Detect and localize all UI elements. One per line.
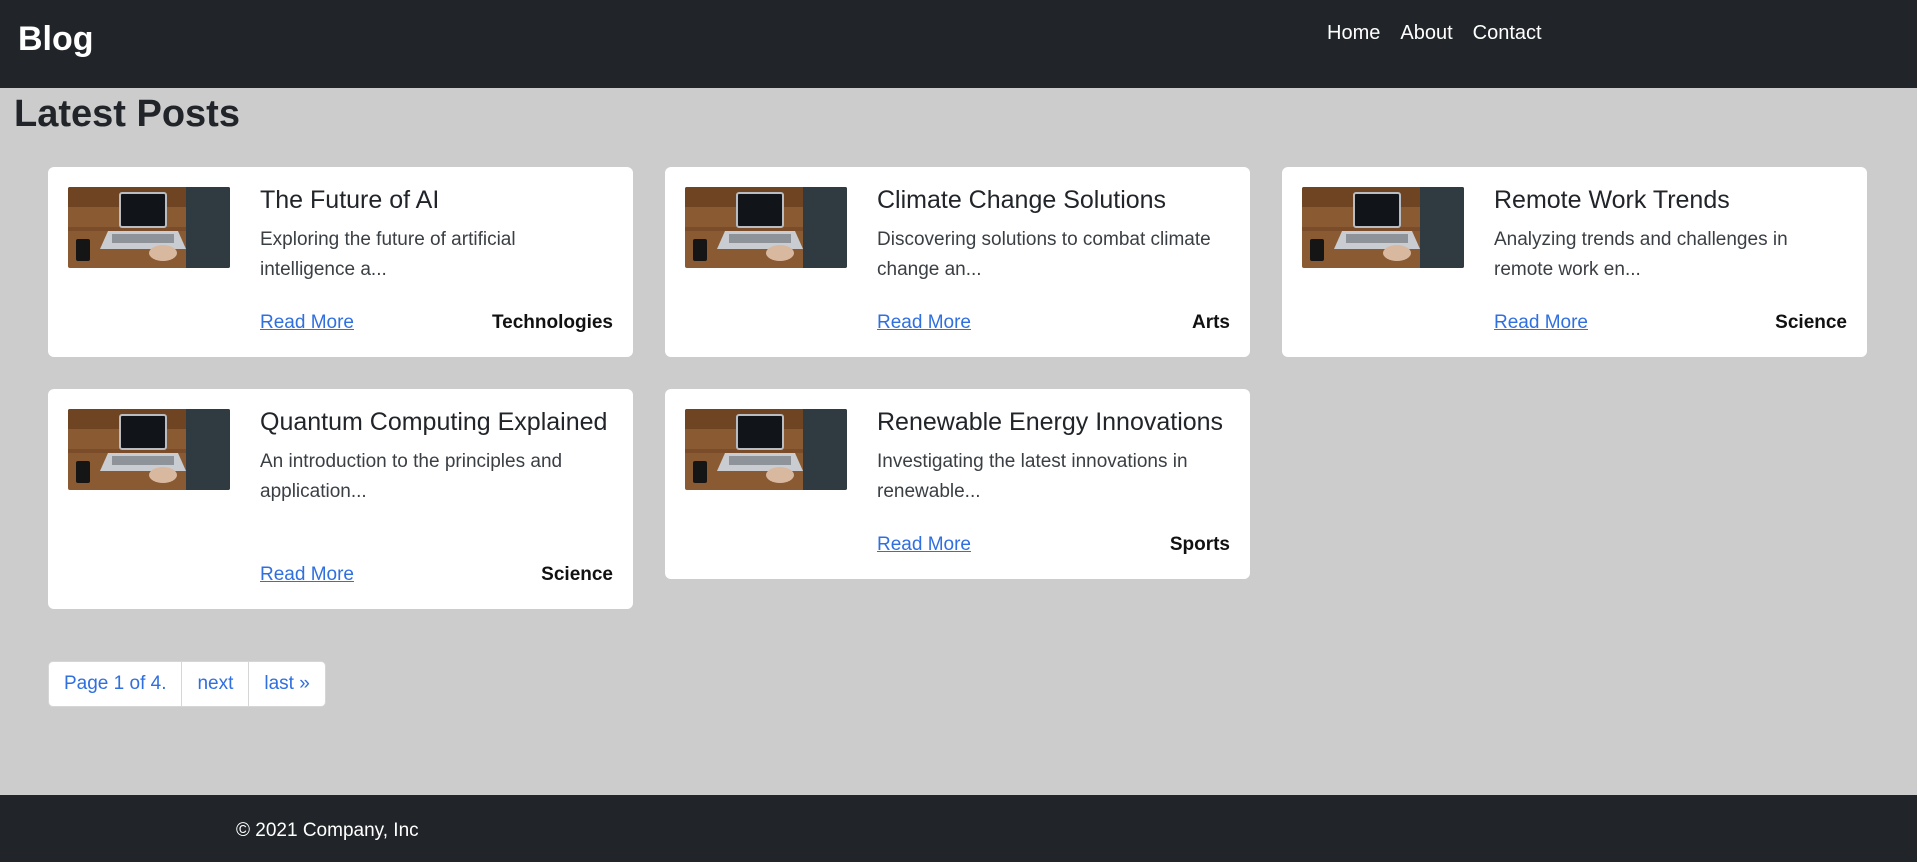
post-title: Climate Change Solutions [877,186,1167,214]
post-thumbnail [68,187,230,268]
post-category: Arts [1191,312,1230,333]
read-more-link[interactable]: Read More [260,562,354,588]
laptop-photo-image [685,187,847,268]
brand-logo[interactable]: Blog [18,18,94,60]
post-title: Renewable Energy Innovations [877,408,1224,436]
laptop-photo-image [1302,187,1464,268]
post-thumbnail [68,409,230,490]
page-title: Latest Posts [14,93,240,135]
post-excerpt: Analyzing trends and challenges in remot… [1494,229,1788,280]
post-excerpt: Discovering solutions to combat climate … [877,229,1211,280]
navbar: Blog Home About Contact [0,0,1917,88]
post-title: Remote Work Trends [1494,186,1730,214]
pagination-current[interactable]: Page 1 of 4. [49,662,183,706]
laptop-photo-image [68,187,230,268]
nav-link-home[interactable]: Home [1327,20,1380,46]
post-thumbnail [1302,187,1464,268]
post-category: Sports [1169,534,1230,555]
post-card: Climate Change Solutions Discovering sol… [665,167,1250,357]
post-excerpt: Investigating the latest innovations in … [877,451,1188,502]
post-title: The Future of AI [260,186,440,214]
read-more-link[interactable]: Read More [1494,310,1588,336]
pagination-last[interactable]: last » [249,662,324,706]
post-card: The Future of AI Exploring the future of… [48,167,633,357]
read-more-link[interactable]: Read More [877,532,971,558]
post-title: Quantum Computing Explained [260,408,608,436]
copyright-text: © 2021 Company, Inc [236,820,419,841]
post-thumbnail [685,187,847,268]
laptop-photo-image [685,409,847,490]
post-excerpt: An introduction to the principles and ap… [260,451,563,502]
read-more-link[interactable]: Read More [260,310,354,336]
post-card: Quantum Computing Explained An introduct… [48,389,633,609]
post-card: Renewable Energy Innovations Investigati… [665,389,1250,579]
post-thumbnail [685,409,847,490]
post-category: Science [1775,312,1847,333]
pagination: Page 1 of 4. next last » [48,661,326,707]
laptop-photo-image [68,409,230,490]
post-category: Technologies [491,312,613,333]
nav-link-contact[interactable]: Contact [1473,20,1542,46]
nav-links: Home About Contact [1327,20,1542,46]
read-more-link[interactable]: Read More [877,310,971,336]
pagination-next[interactable]: next [182,662,250,706]
post-category: Science [541,564,613,585]
post-card: Remote Work Trends Analyzing trends and … [1282,167,1867,357]
post-excerpt: Exploring the future of artificial intel… [260,229,516,280]
nav-link-about[interactable]: About [1400,20,1452,46]
footer: © 2021 Company, Inc [0,795,1917,862]
